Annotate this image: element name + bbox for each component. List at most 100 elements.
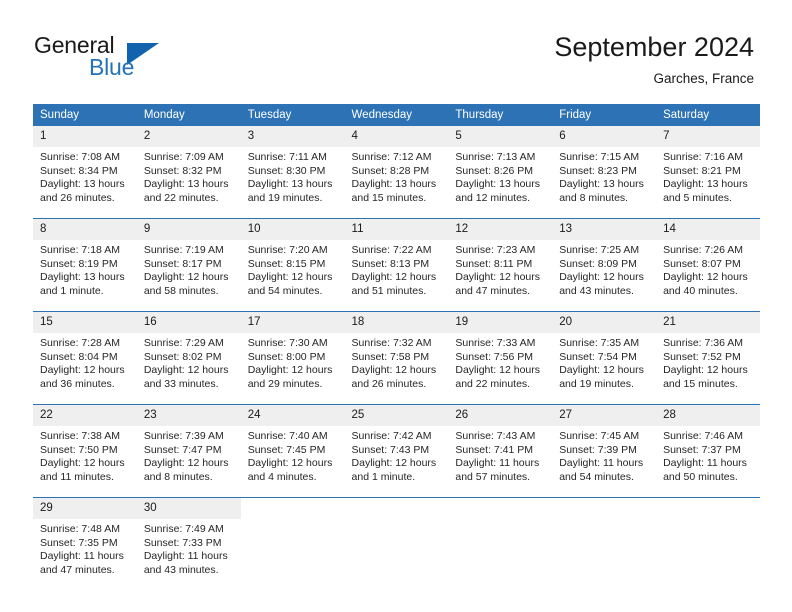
daylight-text-line2: and 22 minutes. [143, 192, 219, 205]
day-cell-inner[interactable]: 19 Sunrise: 7:33 AM Sunset: 7:56 PM Dayligh… [448, 312, 553, 390]
week-spacer [33, 483, 760, 498]
calendar-day-cell[interactable]: 12 Sunrise: 7:23 AM Sunset: 8:11 PM Dayligh… [448, 218, 553, 297]
calendar-day-cell-empty [656, 497, 760, 576]
sunrise-text: Sunrise: 7:43 AM [455, 430, 536, 442]
sunrise-text: Sunrise: 7:13 AM [455, 151, 536, 163]
day-cell-inner[interactable]: 11 Sunrise: 7:22 AM Sunset: 8:13 PM Dayligh… [344, 219, 449, 298]
calendar-day-cell[interactable]: 20 Sunrise: 7:35 AM Sunset: 7:54 PM Dayligh… [552, 311, 657, 390]
day-cell-inner[interactable]: 6 Sunrise: 7:15 AM Sunset: 8:23 PM Daylight… [552, 126, 657, 205]
calendar-day-cell[interactable]: 15 Sunrise: 7:28 AM Sunset: 8:04 PM Dayligh… [33, 311, 137, 390]
brand-logo[interactable]: General Blue [34, 33, 214, 85]
day-cell-inner[interactable]: 7 Sunrise: 7:16 AM Sunset: 8:21 PM Daylight… [656, 126, 760, 204]
calendar-day-cell[interactable]: 2 Sunrise: 7:09 AM Sunset: 8:32 PM Daylight… [136, 126, 241, 206]
calendar-day-cell[interactable]: 19 Sunrise: 7:33 AM Sunset: 7:56 PM Dayligh… [448, 311, 553, 390]
week-spacer-cell [240, 390, 345, 405]
day-details: Sunrise: 7:09 AM Sunset: 8:32 PM Daylight:… [137, 147, 241, 206]
day-cell-inner[interactable]: 20 Sunrise: 7:35 AM Sunset: 7:54 PM Dayligh… [552, 312, 657, 390]
sunrise-text: Sunrise: 7:48 AM [40, 523, 120, 535]
calendar-day-cell-empty [344, 497, 449, 576]
daylight-text-line1: Daylight: 13 hours [247, 178, 333, 191]
calendar-day-cell[interactable]: 27 Sunrise: 7:45 AM Sunset: 7:39 PM Dayligh… [552, 404, 657, 483]
week-spacer-cell [33, 390, 137, 405]
calendar-day-cell[interactable]: 24 Sunrise: 7:40 AM Sunset: 7:45 PM Dayligh… [240, 404, 345, 483]
daylight-text-line1: Daylight: 12 hours [559, 271, 644, 284]
calendar-day-cell[interactable]: 8 Sunrise: 7:18 AM Sunset: 8:19 PM Daylight… [33, 218, 137, 297]
week-spacer-cell [552, 297, 657, 312]
daylight-text-line1: Daylight: 12 hours [247, 364, 333, 377]
day-cell-inner[interactable]: 13 Sunrise: 7:25 AM Sunset: 8:09 PM Dayligh… [552, 219, 657, 297]
day-cell-inner[interactable]: 4 Sunrise: 7:12 AM Sunset: 8:28 PM Daylight… [344, 126, 449, 204]
calendar-day-cell[interactable]: 5 Sunrise: 7:13 AM Sunset: 8:26 PM Daylight… [448, 126, 553, 204]
day-cell-inner[interactable]: 9 Sunrise: 7:19 AM Sunset: 8:17 PM Daylight… [136, 219, 241, 297]
calendar-day-cell[interactable]: 6 Sunrise: 7:15 AM Sunset: 8:23 PM Daylight… [552, 126, 657, 205]
day-cell-inner[interactable]: 16 Sunrise: 7:29 AM Sunset: 8:02 PM Dayligh… [136, 312, 241, 391]
day-cell-inner[interactable]: 22 Sunrise: 7:38 AM Sunset: 7:50 PM Dayligh… [33, 405, 137, 483]
sunset-text: Sunset: 8:19 PM [40, 257, 118, 270]
day-cell-inner[interactable]: 14 Sunrise: 7:26 AM Sunset: 8:07 PM Dayligh… [656, 219, 760, 297]
day-cell-inner[interactable]: 5 Sunrise: 7:13 AM Sunset: 8:26 PM Daylight… [448, 126, 553, 204]
calendar-day-cell[interactable]: 18 Sunrise: 7:32 AM Sunset: 7:58 PM Dayligh… [344, 311, 449, 391]
daylight-text-line1: Daylight: 12 hours [143, 457, 229, 470]
calendar-day-cell[interactable]: 22 Sunrise: 7:38 AM Sunset: 7:50 PM Dayligh… [33, 404, 137, 483]
sunset-text: Sunset: 8:09 PM [559, 257, 637, 270]
day-cell-inner[interactable]: 2 Sunrise: 7:09 AM Sunset: 8:32 PM Daylight… [136, 126, 241, 206]
day-number: 25 [344, 405, 449, 426]
day-number: 29 [33, 498, 137, 519]
day-number: 5 [448, 126, 553, 147]
calendar-day-cell[interactable]: 21 Sunrise: 7:36 AM Sunset: 7:52 PM Dayligh… [656, 311, 760, 390]
calendar-day-cell[interactable]: 1 Sunrise: 7:08 AM Sunset: 8:34 PM Daylight… [33, 126, 137, 204]
calendar-day-cell[interactable]: 7 Sunrise: 7:16 AM Sunset: 8:21 PM Daylight… [656, 126, 760, 204]
day-number: 20 [552, 312, 657, 333]
week-spacer-cell [344, 483, 449, 498]
daylight-text-line1: Daylight: 13 hours [663, 178, 748, 191]
day-cell-inner[interactable]: 30 Sunrise: 7:49 AM Sunset: 7:33 PM Dayligh… [136, 498, 241, 576]
calendar-day-cell[interactable]: 9 Sunrise: 7:19 AM Sunset: 8:17 PM Daylight… [136, 218, 241, 297]
day-cell-inner[interactable]: 29 Sunrise: 7:48 AM Sunset: 7:35 PM Dayligh… [33, 498, 137, 576]
day-number: 22 [33, 405, 137, 426]
week-spacer-cell [136, 297, 241, 312]
sunset-text: Sunset: 8:17 PM [143, 257, 222, 270]
day-cell-inner[interactable]: 17 Sunrise: 7:30 AM Sunset: 8:00 PM Dayligh… [240, 312, 345, 390]
day-cell-inner[interactable]: 15 Sunrise: 7:28 AM Sunset: 8:04 PM Dayligh… [33, 312, 137, 390]
day-cell-inner[interactable]: 10 Sunrise: 7:20 AM Sunset: 8:15 PM Dayligh… [240, 219, 345, 297]
daylight-text-line2: and 51 minutes. [351, 285, 427, 298]
sunrise-text: Sunrise: 7:33 AM [455, 337, 536, 349]
calendar-day-cell[interactable]: 25 Sunrise: 7:42 AM Sunset: 7:43 PM Dayligh… [344, 404, 449, 483]
day-number: 8 [33, 219, 137, 240]
calendar-day-cell[interactable]: 17 Sunrise: 7:30 AM Sunset: 8:00 PM Dayligh… [240, 311, 345, 390]
calendar-day-cell[interactable]: 10 Sunrise: 7:20 AM Sunset: 8:15 PM Dayligh… [240, 218, 345, 297]
daylight-text-line2: and 8 minutes. [559, 192, 629, 205]
daylight-text-line2: and 33 minutes. [143, 378, 219, 391]
calendar-day-cell[interactable]: 30 Sunrise: 7:49 AM Sunset: 7:33 PM Dayligh… [136, 497, 241, 576]
calendar-day-cell[interactable]: 4 Sunrise: 7:12 AM Sunset: 8:28 PM Daylight… [344, 126, 449, 204]
day-cell-inner[interactable]: 1 Sunrise: 7:08 AM Sunset: 8:34 PM Daylight… [33, 126, 137, 204]
calendar-day-cell[interactable]: 16 Sunrise: 7:29 AM Sunset: 8:02 PM Dayligh… [136, 311, 241, 391]
day-cell-inner[interactable]: 27 Sunrise: 7:45 AM Sunset: 7:39 PM Dayligh… [552, 405, 657, 483]
sunrise-text: Sunrise: 7:23 AM [455, 244, 536, 256]
calendar-day-cell[interactable]: 11 Sunrise: 7:22 AM Sunset: 8:13 PM Dayligh… [344, 218, 449, 298]
day-cell-inner[interactable]: 21 Sunrise: 7:36 AM Sunset: 7:52 PM Dayligh… [656, 312, 760, 390]
day-cell-inner[interactable]: 28 Sunrise: 7:46 AM Sunset: 7:37 PM Dayligh… [656, 405, 760, 483]
day-cell-inner[interactable]: 26 Sunrise: 7:43 AM Sunset: 7:41 PM Dayligh… [448, 405, 553, 483]
daylight-text-line2: and 26 minutes. [351, 378, 427, 391]
day-cell-inner[interactable]: 12 Sunrise: 7:23 AM Sunset: 8:11 PM Dayligh… [448, 219, 553, 297]
calendar-day-cell[interactable]: 28 Sunrise: 7:46 AM Sunset: 7:37 PM Dayligh… [656, 404, 760, 483]
calendar-day-cell[interactable]: 23 Sunrise: 7:39 AM Sunset: 7:47 PM Dayligh… [136, 404, 241, 483]
day-number [345, 498, 449, 519]
week-spacer-cell [448, 483, 553, 498]
day-cell-inner[interactable]: 18 Sunrise: 7:32 AM Sunset: 7:58 PM Dayligh… [344, 312, 449, 391]
day-cell-inner[interactable]: 23 Sunrise: 7:39 AM Sunset: 7:47 PM Dayligh… [136, 405, 241, 483]
day-cell-inner [448, 498, 552, 576]
daylight-text-line1: Daylight: 11 hours [663, 457, 747, 470]
daylight-text-line2: and 47 minutes. [40, 564, 115, 577]
day-cell-inner[interactable]: 24 Sunrise: 7:40 AM Sunset: 7:45 PM Dayligh… [240, 405, 345, 483]
calendar-day-cell[interactable]: 3 Sunrise: 7:11 AM Sunset: 8:30 PM Daylight… [240, 126, 345, 204]
day-number: 7 [656, 126, 760, 147]
calendar-day-cell[interactable]: 29 Sunrise: 7:48 AM Sunset: 7:35 PM Dayligh… [33, 497, 137, 576]
calendar-day-cell[interactable]: 26 Sunrise: 7:43 AM Sunset: 7:41 PM Dayligh… [448, 404, 553, 483]
day-cell-inner[interactable]: 8 Sunrise: 7:18 AM Sunset: 8:19 PM Daylight… [33, 219, 137, 297]
calendar-day-cell[interactable]: 14 Sunrise: 7:26 AM Sunset: 8:07 PM Dayligh… [656, 218, 760, 297]
day-cell-inner[interactable]: 3 Sunrise: 7:11 AM Sunset: 8:30 PM Daylight… [240, 126, 345, 204]
calendar-day-cell[interactable]: 13 Sunrise: 7:25 AM Sunset: 8:09 PM Dayligh… [552, 218, 657, 297]
day-cell-inner[interactable]: 25 Sunrise: 7:42 AM Sunset: 7:43 PM Dayligh… [344, 405, 449, 483]
